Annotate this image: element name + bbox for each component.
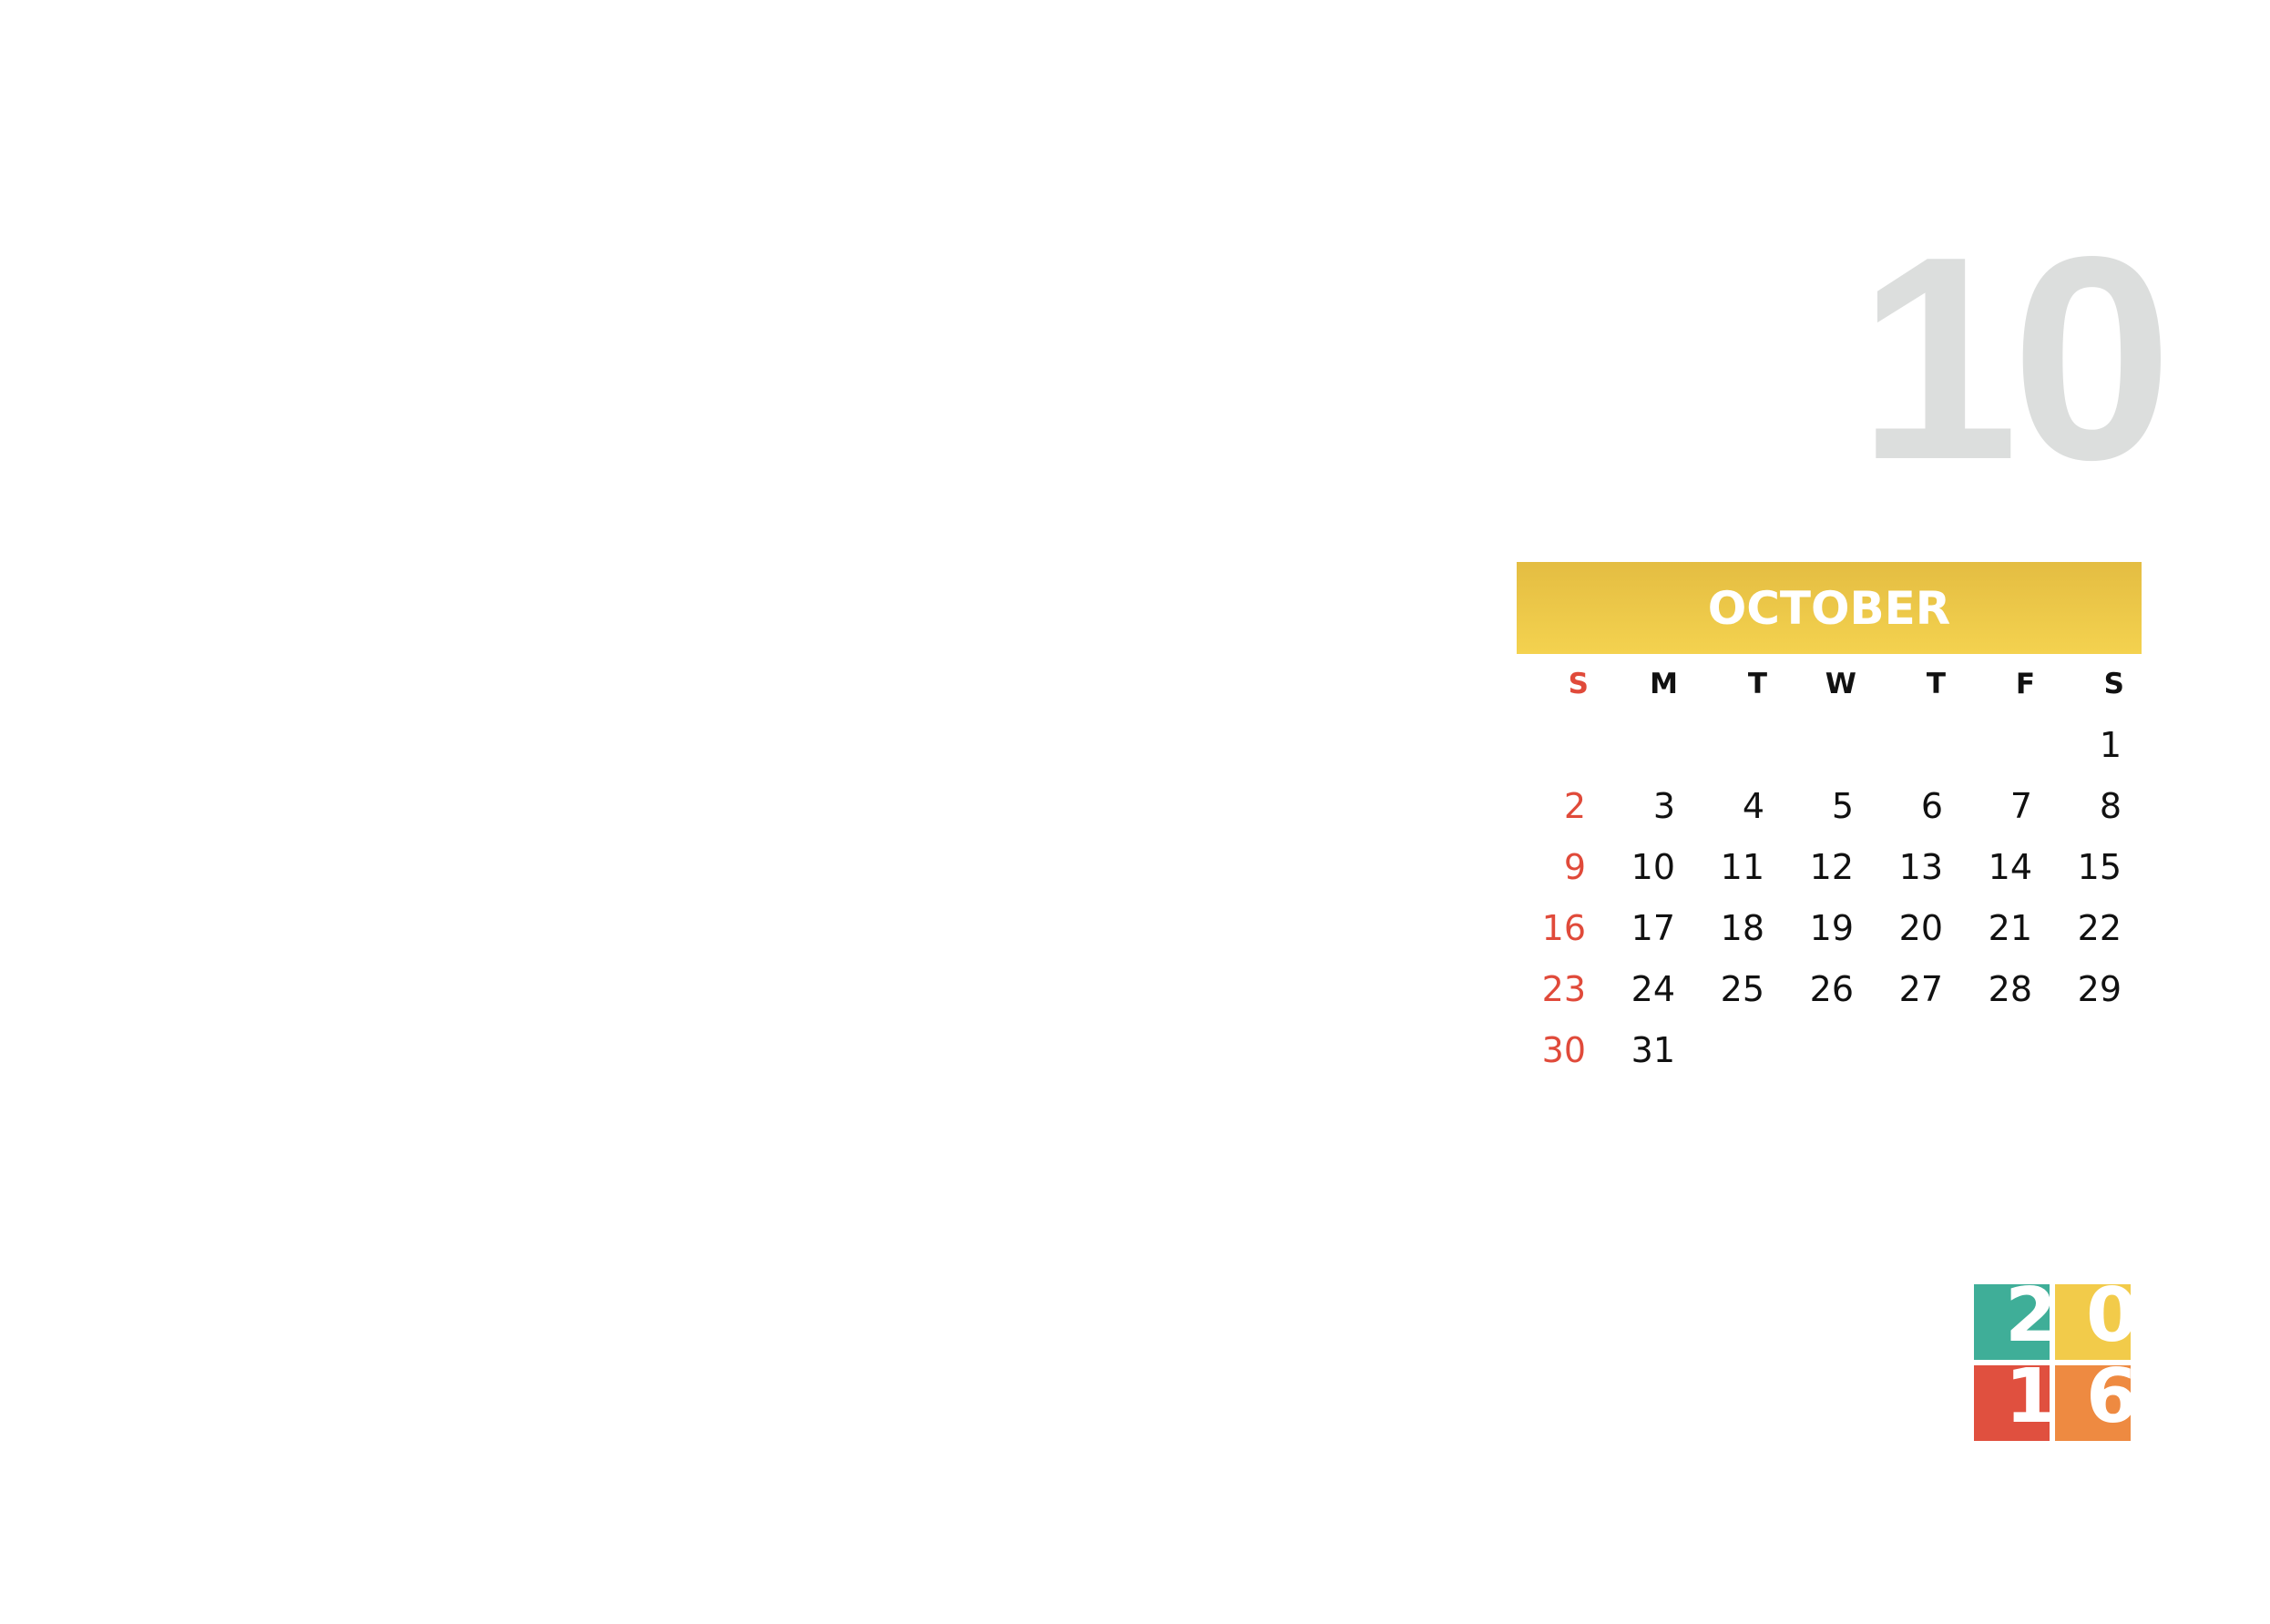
empty-day-cell xyxy=(1517,714,1606,775)
day-cell: 23 xyxy=(1541,968,1586,1009)
day-cell: 9 xyxy=(1563,846,1586,887)
day-cell: 29 xyxy=(2077,968,2122,1009)
empty-day-cell xyxy=(1784,714,1874,775)
year-tile: 2 xyxy=(1974,1284,2050,1360)
empty-day-cell xyxy=(1963,714,2052,775)
empty-day-cell xyxy=(1963,1019,2052,1080)
day-cell: 15 xyxy=(2077,846,2122,887)
empty-day-cell xyxy=(1695,1019,1784,1080)
day-cell: 22 xyxy=(2077,907,2122,948)
day-cell: 24 xyxy=(1631,968,1675,1009)
weekday-label: W xyxy=(1825,668,1856,700)
empty-day-cell xyxy=(1695,714,1784,775)
day-grid: 1 2 3 4 5 6 7 8 9 10 11 12 13 14 15 16 17 18 19 20 21 22 23 24 2… xyxy=(1517,714,2142,1080)
weekday-label: M xyxy=(1650,668,1678,700)
day-cell: 30 xyxy=(1541,1029,1586,1070)
year-tile: 0 xyxy=(2055,1284,2131,1360)
day-cell: 10 xyxy=(1631,846,1675,887)
day-cell: 8 xyxy=(2099,785,2122,826)
empty-day-cell xyxy=(1874,1019,1963,1080)
day-cell: 3 xyxy=(1652,785,1675,826)
day-cell: 18 xyxy=(1720,907,1764,948)
day-cell: 7 xyxy=(2009,785,2032,826)
empty-day-cell xyxy=(1874,714,1963,775)
empty-day-cell xyxy=(1606,714,1695,775)
day-cell: 19 xyxy=(1809,907,1854,948)
day-cell: 21 xyxy=(1988,907,2032,948)
day-cell: 2 xyxy=(1563,785,1586,826)
year-tile: 1 xyxy=(1974,1365,2050,1441)
year-tile: 6 xyxy=(2055,1365,2131,1441)
year-badge: 2016 xyxy=(1974,1284,2131,1441)
weekday-label: T xyxy=(1747,668,1767,700)
month-calendar: OCTOBER SMTWTFS 1 2 3 4 5 6 7 8 9 10 11 12 13 14 15 16 1… xyxy=(1517,562,2142,1080)
day-cell: 25 xyxy=(1720,968,1764,1009)
day-cell: 12 xyxy=(1809,846,1854,887)
month-name: OCTOBER xyxy=(1707,581,1951,635)
year-digit: 0 xyxy=(2085,1284,2131,1359)
empty-day-cell xyxy=(1784,1019,1874,1080)
day-cell: 26 xyxy=(1809,968,1854,1009)
empty-day-cell xyxy=(2052,1019,2142,1080)
day-cell: 28 xyxy=(1988,968,2032,1009)
year-digit: 1 xyxy=(2004,1365,2050,1440)
day-cell: 27 xyxy=(1898,968,1943,1009)
month-header: OCTOBER xyxy=(1517,562,2142,654)
weekday-header-row: SMTWTFS xyxy=(1517,654,2142,714)
day-cell: 11 xyxy=(1720,846,1764,887)
weekday-label: S xyxy=(2103,668,2124,700)
weekday-label: T xyxy=(1926,668,1946,700)
day-cell: 17 xyxy=(1631,907,1675,948)
day-cell: 14 xyxy=(1988,846,2032,887)
weekday-label: S xyxy=(1568,668,1589,700)
day-cell: 20 xyxy=(1898,907,1943,948)
day-cell: 31 xyxy=(1631,1029,1675,1070)
day-cell: 5 xyxy=(1831,785,1854,826)
day-cell: 13 xyxy=(1898,846,1943,887)
day-cell: 16 xyxy=(1541,907,1586,948)
day-cell: 1 xyxy=(2099,724,2122,765)
day-cell: 4 xyxy=(1742,785,1764,826)
month-number: 10 xyxy=(1857,197,2173,520)
day-cell: 6 xyxy=(1920,785,1943,826)
year-digit: 6 xyxy=(2085,1365,2131,1440)
weekday-label: F xyxy=(2015,668,2035,700)
year-digit: 2 xyxy=(2004,1284,2050,1359)
